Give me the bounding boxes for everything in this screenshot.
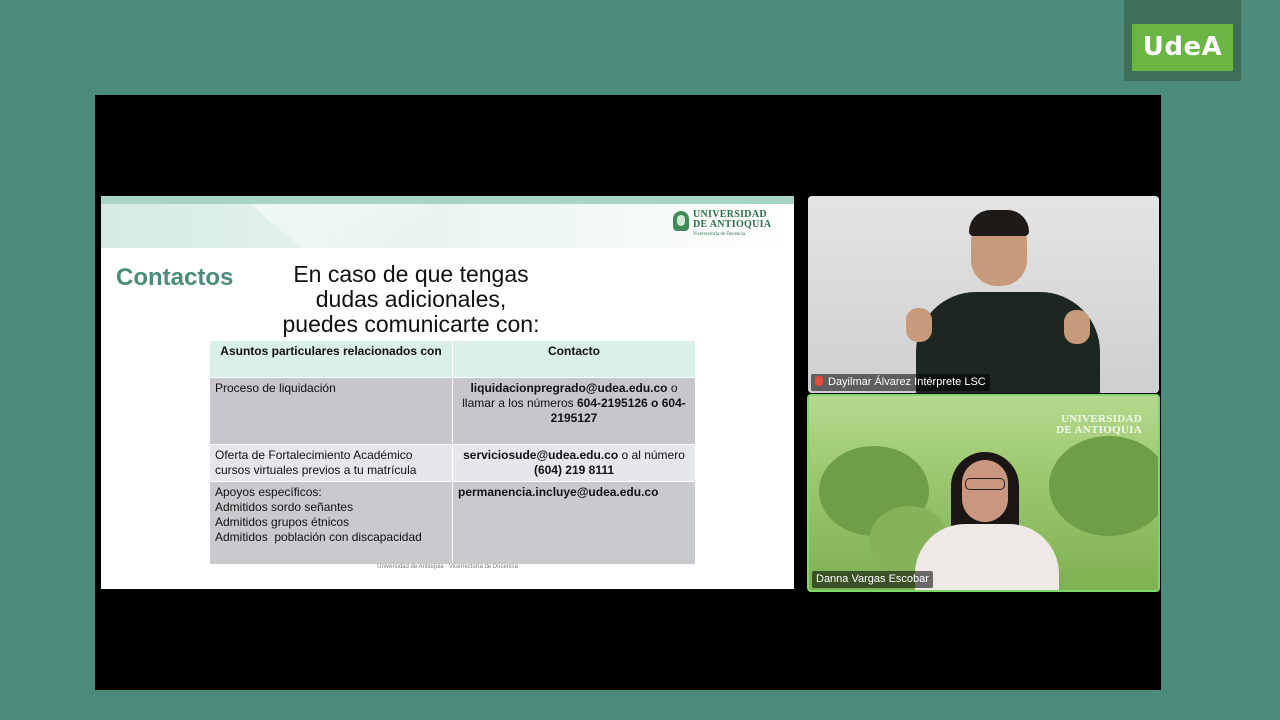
background-tree xyxy=(1049,436,1158,536)
topic-text: Admitidos población con discapacidad xyxy=(215,530,422,544)
contacts-table: Asuntos particulares relacionados con Co… xyxy=(209,340,696,565)
presentation-slide: UNIVERSIDAD DE ANTIOQUIA Vicerrectoría d… xyxy=(101,196,794,589)
table-row: Apoyos específicos: Admitidos sordo seña… xyxy=(209,481,696,565)
table-header: Contacto xyxy=(452,340,696,378)
topic-text: cursos virtuales previos a tu matrícula xyxy=(215,463,417,477)
glasses-icon xyxy=(965,478,1005,490)
contact-cell: serviciosude@udea.edu.co o al número (60… xyxy=(452,444,696,482)
participant-name-tag: Dayilmar Álvarez Intérprete LSC xyxy=(811,374,990,391)
university-name: UNIVERSIDAD DE ANTIOQUIA xyxy=(693,210,771,230)
participant-video-head xyxy=(962,460,1008,522)
topic-text: Admitidos sordo señantes xyxy=(215,500,354,514)
slide-title: Contactos xyxy=(116,264,234,291)
slide-heading: En caso de que tengas dudas adicionales,… xyxy=(261,262,561,337)
udea-logo: UdeA xyxy=(1132,24,1233,71)
participant-tile-interpreter[interactable]: Dayilmar Álvarez Intérprete LSC xyxy=(808,196,1159,393)
slide-heading-line2: puedes comunicarte con: xyxy=(282,311,540,337)
participant-video-hair xyxy=(969,210,1029,236)
topic-text: Proceso de liquidación xyxy=(215,381,336,395)
participant-name: Dayilmar Álvarez Intérprete LSC xyxy=(828,376,986,388)
mic-muted-icon xyxy=(815,376,823,386)
participant-video-hand-right xyxy=(1064,310,1090,344)
contact-cell: permanencia.incluye@udea.edu.co xyxy=(452,481,696,565)
slide-heading-line1: En caso de que tengas dudas adicionales, xyxy=(293,261,529,312)
table-header: Asuntos particulares relacionados con xyxy=(209,340,453,378)
background-university-text: UNIVERSIDAD DE ANTIOQUIA xyxy=(1056,414,1142,436)
contact-text: o al número xyxy=(618,448,685,462)
participant-name-tag: Danna Vargas Escobar xyxy=(812,571,933,588)
table-row: Proceso de liquidación liquidacionpregra… xyxy=(209,377,696,445)
slide-university-logo: UNIVERSIDAD DE ANTIOQUIA Vicerrectoría d… xyxy=(673,210,771,242)
topic-cell: Apoyos específicos: Admitidos sordo seña… xyxy=(209,481,453,565)
topic-text: Oferta de Fortalecimiento Académico xyxy=(215,448,413,462)
university-subtitle: Vicerrectoría de Docencia xyxy=(693,232,746,237)
contact-email-link[interactable]: permanencia.incluye@udea.edu.co xyxy=(458,485,658,499)
contact-phone: (604) 219 8111 xyxy=(533,463,615,477)
university-name-line2: DE ANTIOQUIA xyxy=(693,219,772,230)
participant-name: Danna Vargas Escobar xyxy=(816,573,929,585)
participant-tile-speaker[interactable]: UNIVERSIDAD DE ANTIOQUIA Danna Vargas Es… xyxy=(807,394,1160,592)
slide-footer: Universidad de Antioquia · Vicerrectoría… xyxy=(377,564,518,570)
contact-email-link[interactable]: serviciosude@udea.edu.co xyxy=(463,448,618,462)
table-row: Oferta de Fortalecimiento Académico curs… xyxy=(209,444,696,482)
slide-header-stripe xyxy=(101,196,794,204)
participant-video-hand-left xyxy=(906,308,932,342)
udea-logo-box: UdeA xyxy=(1124,0,1241,81)
background-text-line2: DE ANTIOQUIA xyxy=(1056,424,1142,436)
contact-email-link[interactable]: liquidacionpregrado@udea.edu.co xyxy=(470,381,667,395)
participant-video-body xyxy=(915,524,1059,590)
university-seal-icon xyxy=(673,211,689,231)
topic-cell: Oferta de Fortalecimiento Académico curs… xyxy=(209,444,453,482)
topic-cell: Proceso de liquidación xyxy=(209,377,453,445)
table-header-row: Asuntos particulares relacionados con Co… xyxy=(209,340,696,378)
topic-text: Apoyos específicos: xyxy=(215,485,322,499)
contact-cell: liquidacionpregrado@udea.edu.co o llamar… xyxy=(452,377,696,445)
topic-text: Admitidos grupos étnicos xyxy=(215,515,350,529)
